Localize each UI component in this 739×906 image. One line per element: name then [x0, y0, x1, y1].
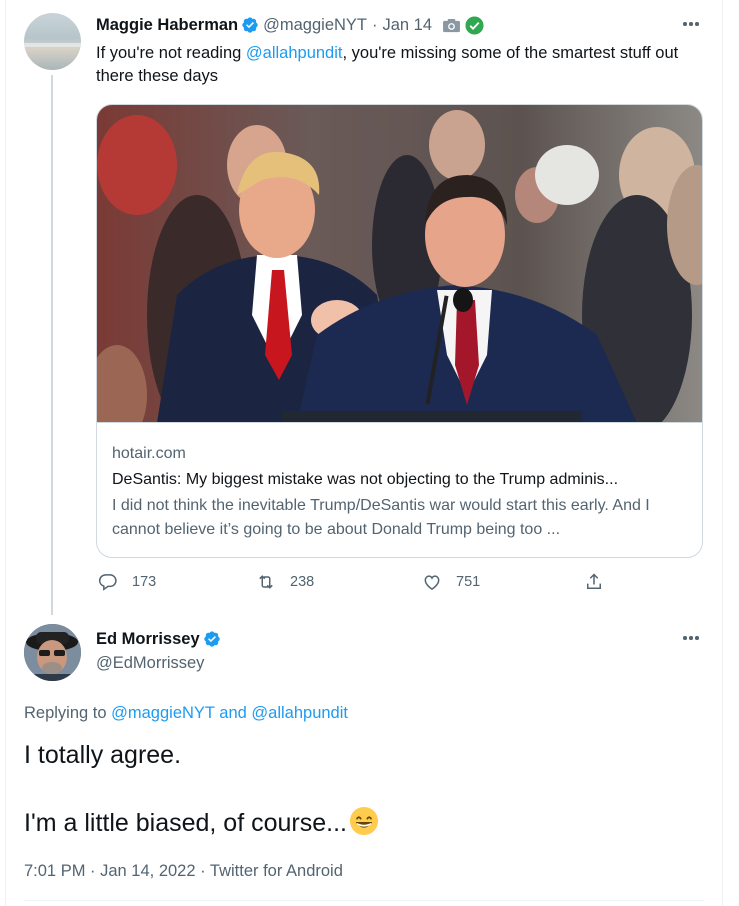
reply-and-text: and [214, 704, 252, 722]
grinning-face-emoji [349, 806, 379, 836]
link-card[interactable]: hotair.com DeSantis: My biggest mistake … [96, 104, 703, 558]
green-check-icon [465, 15, 484, 35]
reply-count: 173 [132, 574, 157, 590]
retweet-button[interactable]: 238 [256, 572, 314, 592]
tweet-meta: 7:01 PM · Jan 14, 2022 · Twitter for And… [24, 860, 343, 882]
author-name[interactable]: Ed Morrissey [96, 630, 200, 649]
divider [24, 900, 704, 901]
reply-icon [98, 574, 117, 591]
author-handle[interactable]: @EdMorrissey [96, 652, 204, 674]
mention-link[interactable]: @allahpundit [246, 44, 343, 62]
thread-connector-line [51, 75, 53, 615]
quoted-tweet-text: If you're not reading @allahpundit, you'… [96, 42, 696, 88]
like-button[interactable]: 751 [422, 572, 480, 592]
card-domain: hotair.com [112, 445, 186, 462]
replying-to: Replying to @maggieNYT and @allahpundit [24, 702, 348, 724]
tweet-text-part: If you're not reading [96, 44, 246, 62]
card-news-photo [97, 105, 702, 423]
verified-badge-icon [203, 631, 220, 647]
tweet-source[interactable]: Twitter for Android [210, 862, 343, 880]
like-icon [424, 575, 440, 590]
meta-separator: · [195, 862, 210, 880]
like-count: 751 [456, 574, 481, 590]
more-options-icon[interactable] [681, 14, 701, 34]
reply-mention-link[interactable]: @allahpundit [251, 704, 348, 722]
separator-dot: · [372, 15, 378, 34]
maggie-avatar[interactable] [24, 13, 81, 70]
tweet-time[interactable]: 7:01 PM [24, 862, 85, 880]
tweet-full-date[interactable]: Jan 14, 2022 [100, 862, 195, 880]
share-icon [587, 573, 601, 589]
main-tweet-text: I totally agree. I'm a little biased, of… [24, 738, 684, 840]
tweet-line: I totally agree. [24, 741, 182, 769]
reply-button[interactable]: 173 [98, 572, 156, 592]
replying-prefix: Replying to [24, 704, 112, 722]
tweet-actions: 173 238 751 [96, 572, 616, 596]
card-title: DeSantis: My biggest mistake was not obj… [112, 471, 619, 488]
meta-separator: · [85, 862, 101, 880]
tweet-line-with-emoji: I'm a little biased, of course... [24, 806, 684, 840]
retweet-count: 238 [290, 574, 315, 590]
share-button[interactable] [584, 572, 618, 592]
card-info: hotair.com DeSantis: My biggest mistake … [112, 443, 692, 542]
more-options-icon[interactable] [681, 628, 701, 648]
retweet-icon [259, 575, 273, 589]
camera-icon [443, 18, 460, 32]
author-name[interactable]: Maggie Haberman [96, 16, 238, 35]
quoted-tweet-header: Maggie Haberman @maggieNYT · Jan 14 [96, 14, 484, 36]
author-handle[interactable]: @maggieNYT [263, 16, 367, 35]
ed-avatar[interactable] [24, 624, 81, 681]
reply-mention-link[interactable]: @maggieNYT [111, 704, 215, 722]
verified-badge-icon [242, 17, 258, 33]
tweet-line: I'm a little biased, of course... [24, 809, 347, 837]
tweet-date[interactable]: Jan 14 [383, 16, 433, 35]
main-tweet-header: Ed Morrissey [96, 628, 221, 650]
card-description: I did not think the inevitable Trump/DeS… [112, 497, 650, 538]
